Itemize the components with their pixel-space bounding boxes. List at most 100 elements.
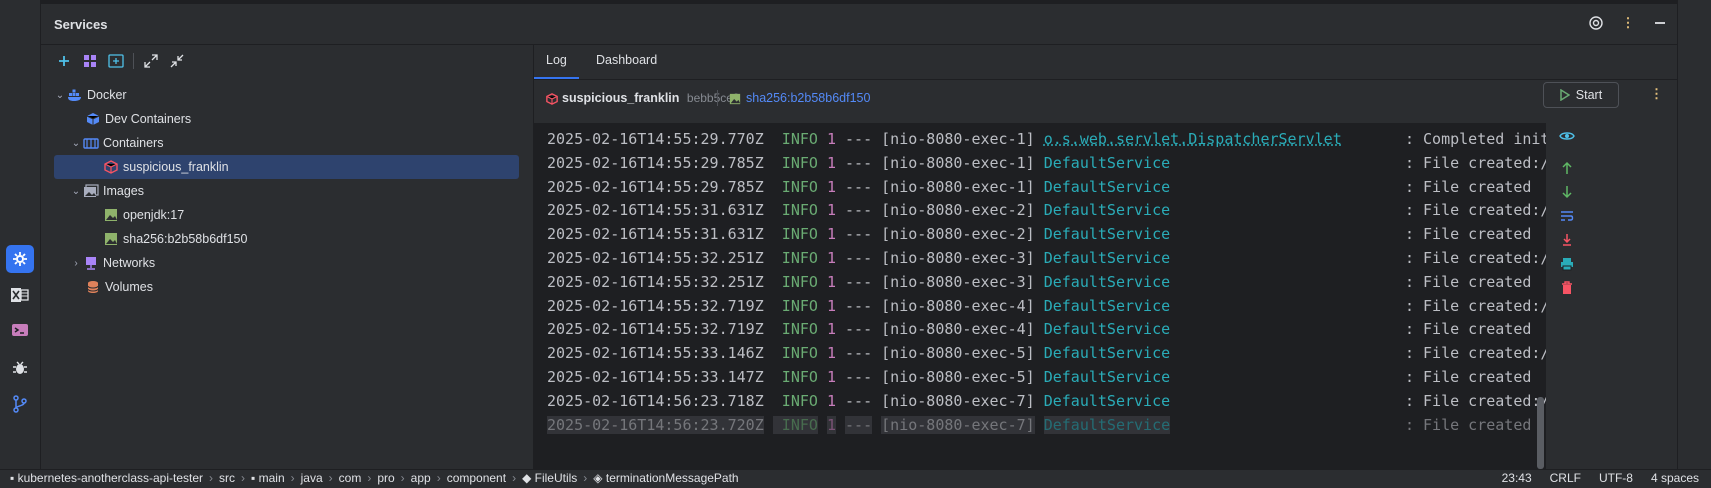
log-level: INFO bbox=[772, 225, 818, 244]
log-message: : File created:/usr/src/m bbox=[1404, 391, 1546, 410]
log-thread: [nio-8080-exec-1] bbox=[881, 130, 1035, 148]
tree-item-networks[interactable]: › Networks bbox=[41, 251, 533, 275]
breadcrumb-item[interactable]: ▪ kubernetes-anotherclass-api-tester bbox=[10, 471, 203, 485]
log-line: 2025-02-16T14:55:33.147Z INFO 1 --- [nio… bbox=[547, 365, 1531, 389]
breadcrumb-separator: › bbox=[367, 471, 372, 485]
log-padding bbox=[1170, 225, 1405, 243]
eye-icon[interactable] bbox=[1558, 127, 1576, 145]
tab-log[interactable]: Log bbox=[534, 45, 579, 79]
trash-icon[interactable] bbox=[1558, 279, 1576, 297]
log-level: INFO bbox=[772, 153, 818, 172]
scroll-to-end-icon[interactable] bbox=[1558, 231, 1576, 249]
terminal-tool-button[interactable] bbox=[6, 316, 34, 344]
log-message: : File created:/usr/src/m bbox=[1404, 153, 1546, 172]
more-options-icon[interactable]: ⋮ bbox=[1650, 86, 1663, 102]
log-thread: [nio-8080-exec-3] bbox=[881, 249, 1035, 267]
gear-icon bbox=[13, 252, 27, 266]
breadcrumb-item[interactable]: app bbox=[411, 471, 431, 485]
line-ending[interactable]: CRLF bbox=[1550, 471, 1581, 485]
log-padding bbox=[1170, 201, 1405, 219]
problems-tool-button[interactable] bbox=[6, 354, 34, 382]
print-icon[interactable] bbox=[1558, 255, 1576, 273]
log-line: 2025-02-16T14:55:32.719Z INFO 1 --- [nio… bbox=[547, 317, 1531, 341]
breadcrumb-item[interactable]: com bbox=[339, 471, 362, 485]
chevron-right-icon[interactable]: › bbox=[69, 258, 83, 269]
log-thread: [nio-8080-exec-7] bbox=[881, 391, 1035, 410]
log-timestamp: 2025-02-16T14:55:32.251Z bbox=[547, 272, 764, 291]
tree-item-label: Volumes bbox=[105, 280, 153, 294]
group-icon[interactable] bbox=[81, 52, 99, 70]
excel-tool-button[interactable] bbox=[6, 281, 34, 309]
breadcrumb-item[interactable]: src bbox=[219, 471, 235, 485]
tree-item-images[interactable]: ⌄ Images bbox=[41, 179, 533, 203]
log-logger: DefaultService bbox=[1043, 415, 1171, 434]
breadcrumb-item[interactable]: pro bbox=[377, 471, 394, 485]
arrow-down-icon[interactable] bbox=[1558, 183, 1576, 201]
add-icon[interactable] bbox=[55, 52, 73, 70]
log-pid: 1 bbox=[826, 320, 836, 339]
tree-item-volumes[interactable]: Volumes bbox=[41, 275, 533, 299]
log-level: INFO bbox=[772, 130, 818, 148]
log-logger: DefaultService bbox=[1043, 320, 1171, 339]
tree-item-openjdk[interactable]: openjdk:17 bbox=[41, 203, 533, 227]
chevron-down-icon[interactable]: ⌄ bbox=[53, 90, 67, 101]
log-message: : File created bbox=[1404, 225, 1532, 244]
minimize-icon[interactable] bbox=[1651, 14, 1669, 32]
log-console[interactable]: 2025-02-16T14:55:29.770Z INFO 1 --- [nio… bbox=[534, 123, 1546, 469]
log-pid: 1 bbox=[826, 391, 836, 410]
log-message: : File created bbox=[1404, 320, 1532, 339]
tree-item-label: Docker bbox=[87, 88, 127, 102]
target-icon[interactable] bbox=[1587, 14, 1605, 32]
console-scrollbar[interactable] bbox=[1537, 397, 1544, 469]
panel-title: Services bbox=[54, 17, 108, 32]
chevron-down-icon[interactable]: ⌄ bbox=[69, 138, 83, 149]
breadcrumb-item[interactable]: ▪ main bbox=[251, 471, 285, 485]
log-message: : File created:/usr/src/m bbox=[1404, 344, 1546, 363]
toolbar-separator bbox=[133, 53, 134, 69]
log-thread: [nio-8080-exec-1] bbox=[881, 153, 1035, 172]
services-title-bar: Services ⋮ bbox=[41, 4, 1677, 45]
log-thread: [nio-8080-exec-2] bbox=[881, 225, 1035, 244]
log-pid: 1 bbox=[826, 201, 836, 220]
start-button[interactable]: Start bbox=[1543, 82, 1619, 108]
services-tool-button[interactable] bbox=[6, 245, 34, 273]
tree-item-containers[interactable]: ⌄ Containers bbox=[41, 131, 533, 155]
log-level: INFO bbox=[772, 320, 818, 339]
image-ref-link[interactable]: sha256:b2b58b6df150 bbox=[746, 91, 870, 105]
log-line: 2025-02-16T14:55:32.251Z INFO 1 --- [nio… bbox=[547, 270, 1531, 294]
breadcrumb-item[interactable]: ◆ FileUtils bbox=[522, 471, 577, 485]
log-logger: DefaultService bbox=[1043, 272, 1171, 291]
tab-dashboard[interactable]: Dashboard bbox=[588, 45, 657, 83]
git-tool-button[interactable] bbox=[6, 390, 34, 418]
arrow-up-icon[interactable] bbox=[1558, 159, 1576, 177]
soft-wrap-icon[interactable] bbox=[1558, 207, 1576, 225]
tree-item-sha-image[interactable]: sha256:b2b58b6df150 bbox=[41, 227, 533, 251]
log-line: 2025-02-16T14:55:29.785Z INFO 1 --- [nio… bbox=[547, 175, 1531, 199]
cursor-position[interactable]: 23:43 bbox=[1502, 471, 1532, 485]
log-thread: [nio-8080-exec-7] bbox=[881, 415, 1035, 434]
log-padding bbox=[1170, 392, 1405, 410]
breadcrumb-item[interactable]: java bbox=[301, 471, 323, 485]
file-encoding[interactable]: UTF-8 bbox=[1599, 471, 1633, 485]
breadcrumb-item[interactable]: component bbox=[447, 471, 506, 485]
log-separator: --- bbox=[845, 201, 873, 220]
log-pid: 1 bbox=[826, 415, 836, 434]
tree-item-docker[interactable]: ⌄ Docker bbox=[41, 83, 533, 107]
breadcrumb-item[interactable]: ◈ terminationMessagePath bbox=[593, 471, 738, 485]
more-options-icon[interactable]: ⋮ bbox=[1619, 14, 1637, 32]
indent-setting[interactable]: 4 spaces bbox=[1651, 471, 1699, 485]
new-tab-icon[interactable] bbox=[107, 52, 125, 70]
chevron-down-icon[interactable]: ⌄ bbox=[69, 186, 83, 197]
container-name-text: suspicious_franklin bbox=[562, 91, 680, 105]
expand-all-icon[interactable] bbox=[142, 52, 160, 70]
log-timestamp: 2025-02-16T14:55:29.770Z bbox=[547, 130, 764, 148]
log-level: INFO bbox=[772, 201, 818, 220]
log-timestamp: 2025-02-16T14:56:23.718Z bbox=[547, 391, 764, 410]
collapse-all-icon[interactable] bbox=[168, 52, 186, 70]
log-level: INFO bbox=[772, 415, 818, 434]
breadcrumb-separator: › bbox=[290, 471, 295, 485]
tree-item-suspicious-franklin[interactable]: suspicious_franklin bbox=[54, 155, 519, 179]
tree-item-dev-containers[interactable]: Dev Containers bbox=[41, 107, 533, 131]
breadcrumb-separator: › bbox=[328, 471, 333, 485]
container-icon bbox=[103, 159, 119, 175]
